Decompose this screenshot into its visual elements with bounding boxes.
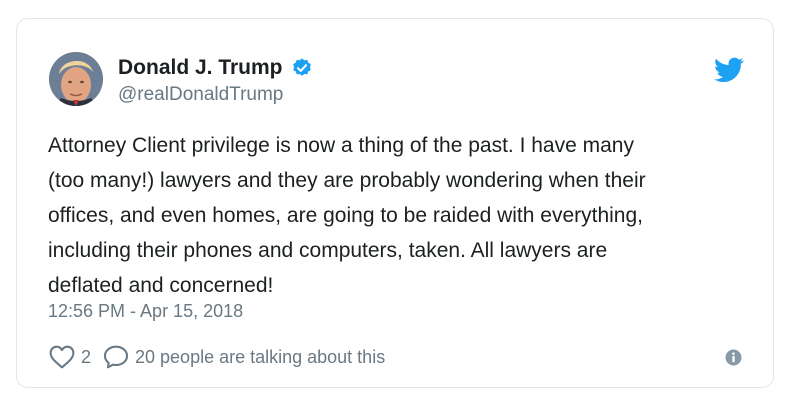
display-name[interactable]: Donald J. Trump xyxy=(118,56,283,80)
twitter-bird-icon[interactable] xyxy=(714,57,744,83)
tweet-card: Donald J. Trump @realDonaldTrump Attorne… xyxy=(16,18,774,388)
tweet-timestamp[interactable]: 12:56 PM - Apr 15, 2018 xyxy=(48,301,243,322)
tweet-text: Attorney Client privilege is now a thing… xyxy=(48,134,646,297)
author-name-row: Donald J. Trump xyxy=(118,55,313,81)
author-handle[interactable]: @realDonaldTrump xyxy=(118,84,283,106)
speech-bubble-icon xyxy=(103,345,129,369)
avatar[interactable] xyxy=(49,52,103,106)
like-button[interactable]: 2 xyxy=(49,345,91,369)
avatar-image xyxy=(49,52,103,106)
conversation-link[interactable]: 20 people are talking about this xyxy=(103,345,385,369)
like-count: 2 xyxy=(81,346,92,367)
info-icon[interactable] xyxy=(725,349,742,366)
heart-icon xyxy=(49,345,75,369)
verified-badge-icon xyxy=(292,58,311,76)
tweet-actions: 2 20 people are talking about this xyxy=(49,344,385,370)
conversation-label: 20 people are talking about this xyxy=(135,346,386,367)
